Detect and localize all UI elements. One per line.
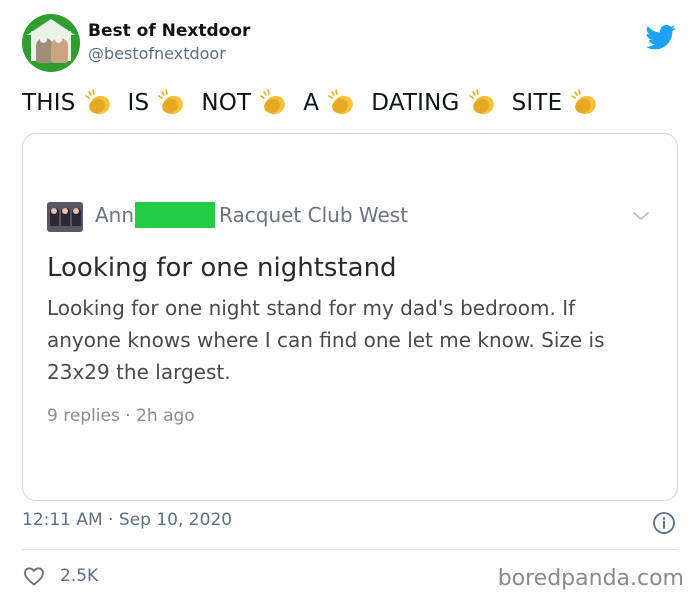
tweet-word: SITE [511, 90, 563, 116]
like-count: 2.5K [60, 566, 99, 586]
post-author-avatar [47, 202, 83, 232]
meta-separator: · [125, 406, 131, 426]
avatar-face [73, 208, 79, 214]
chevron-down-icon[interactable] [629, 204, 653, 228]
tweet-word: A [303, 90, 320, 116]
reply-count[interactable]: 9 replies [47, 406, 120, 426]
twitter-bird-icon[interactable] [644, 22, 678, 52]
redaction-bar [135, 202, 216, 228]
post-title: Looking for one nightstand [47, 253, 397, 283]
account-handle[interactable]: @bestofnextdoor [88, 44, 226, 63]
muppet-face-left [40, 36, 47, 43]
divider [22, 549, 678, 550]
tweet-word: DATING [371, 90, 460, 116]
clapping-hands-icon [328, 89, 354, 115]
post-age: 2h ago [136, 406, 195, 426]
post-author-name: Ann [95, 203, 135, 227]
clapping-hands-icon [84, 89, 110, 115]
info-icon[interactable] [651, 510, 677, 536]
like-action[interactable]: 2.5K [22, 564, 98, 588]
tweet-header: Best of Nextdoor @bestofnextdoor [22, 14, 682, 76]
tweet-word: IS [127, 90, 150, 116]
avatar-face [51, 208, 57, 214]
tweet-timestamp[interactable]: 12:11 AM · Sep 10, 2020 [22, 510, 232, 530]
heart-icon[interactable] [22, 564, 46, 588]
tweet-date: Sep 10, 2020 [118, 510, 233, 530]
tweet-word: THIS [22, 90, 76, 116]
watermark: boredpanda.com [497, 566, 684, 591]
post-meta: 9 replies · 2h ago [47, 406, 195, 426]
timestamp-separator: · [108, 510, 114, 530]
embedded-post-card[interactable]: Ann Racquet Club West Looking for one ni… [22, 133, 678, 501]
tweet-word: NOT [201, 90, 252, 116]
avatar[interactable] [22, 14, 80, 72]
avatar-face [62, 208, 68, 214]
post-author-line: Ann Racquet Club West [95, 202, 408, 228]
post-body: Looking for one night stand for my dad's… [47, 296, 605, 384]
muppet-face-right [55, 36, 62, 43]
clapping-hands-icon [571, 89, 597, 115]
tweet-text: THIS IS NOT A DATING SITE [22, 86, 614, 120]
tweet-time: 12:11 AM [22, 510, 103, 530]
clapping-hands-icon [260, 89, 286, 115]
post-neighborhood: Racquet Club West [219, 203, 409, 227]
clapping-hands-icon [158, 89, 184, 115]
display-name[interactable]: Best of Nextdoor [88, 21, 250, 41]
clapping-hands-icon [468, 89, 494, 115]
